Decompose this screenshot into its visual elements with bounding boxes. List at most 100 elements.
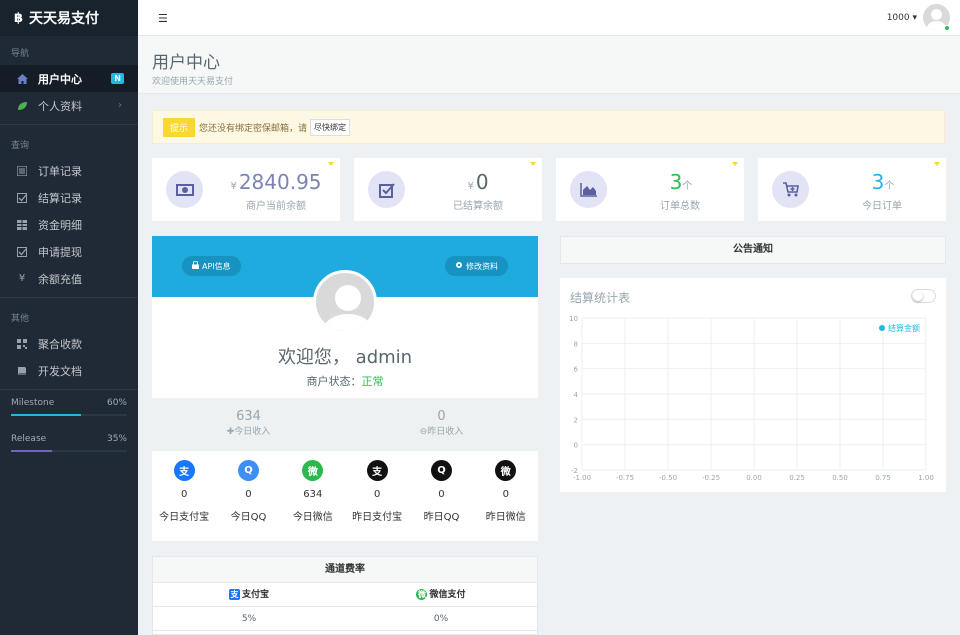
gear-icon [455,261,463,271]
income-row: 634 ✚今日收入 0 ⊖昨日收入 [152,398,538,451]
stat-balance: ¥2840.95 商户当前余额 [152,158,340,221]
x-tick-label: 0.25 [789,474,805,482]
channel-label: 昨日支付宝 [352,512,403,523]
welcome-text: 欢迎您， admin [277,347,413,368]
bitcoin-logo-icon: ฿ [14,10,24,26]
profile-avatar [313,270,377,334]
menu-toggle-icon[interactable]: ☰ [158,12,168,25]
stat-value: ¥2840.95 [230,170,322,194]
income-label: ⊖昨日收入 [419,427,464,437]
alipay-icon: 支 [366,460,388,481]
alipay-icon: 支 [228,589,240,600]
page-title: 用户中心 [152,53,220,73]
corner-marker [328,162,334,166]
rate-value-alipay: 5% [241,614,257,624]
sidebar-item-profile[interactable]: 个人资料 › [0,92,138,119]
email-binding-alert: 提示 您还没有绑定密保邮箱，请 尽快绑定 [152,110,945,144]
wechat-icon: 微 [302,460,324,481]
notice-header[interactable]: 公告通知 [560,236,946,264]
brand[interactable]: ฿ 天天易支付 [0,0,138,36]
channel-item: Q 0 昨日QQ [409,460,473,523]
area-chart-icon [570,171,607,208]
sidebar-item-withdraw[interactable]: 申请提现 [0,238,138,265]
user-dropdown[interactable]: 1000 ▾ [887,13,917,23]
query-section-label: 查询 [11,141,30,151]
progress-percent: 60% [106,398,127,408]
stat-value: ¥0 [467,170,489,194]
user-menu[interactable]: 1000 ▾ [887,4,950,31]
sidebar-item-docs[interactable]: 开发文档 [0,357,138,384]
sidebar-item-funds[interactable]: 资金明细 [0,211,138,238]
yesterday-income: 0 ⊖昨日收入 [345,398,538,451]
chart-toggle-switch[interactable] [911,289,936,303]
sidebar-item-label: 聚合收款 [38,337,82,351]
legend-label: 结算金额 [888,323,920,333]
stat-orders-today: 3个 今日订单 [758,158,946,221]
edit-profile-button[interactable]: 修改资料 [445,256,508,276]
sidebar-item-label: 余额充值 [38,272,82,286]
sidebar-item-label: 用户中心 [38,72,82,86]
new-badge: N [111,73,124,84]
channel-item: 支 0 今日支付宝 [152,460,216,523]
status-value: 正常 [361,375,384,388]
sidebar-item-user-center[interactable]: 用户中心 N [0,65,138,92]
channel-label: 今日支付宝 [159,512,210,523]
sidebar-item-recharge[interactable]: ¥ 余额充值 [0,265,138,292]
chevron-right-icon: › [118,100,122,111]
stat-settled: ¥0 已结算余额 [354,158,542,221]
channel-item: 支 0 昨日支付宝 [345,460,409,523]
page-subtitle: 欢迎使用天天易支付 [152,77,234,87]
channel-item: 微 634 今日微信 [281,460,345,523]
wechat-icon: 微 [416,589,428,600]
api-info-button[interactable]: API信息 [182,256,241,276]
check-icon [16,246,28,257]
nav-section-label: 导航 [11,49,30,59]
channel-value: 0 [373,489,381,500]
status-label: 商户状态： [306,375,362,388]
channel-value: 634 [303,489,323,500]
x-tick-label: 0.00 [746,474,762,482]
corner-marker [530,162,536,166]
divider [0,389,138,390]
profile-card: API信息 修改资料 欢迎您， admin 商户状态：正常 634 ✚今日收入 … [152,236,538,541]
book-icon [16,366,28,376]
y-tick-label: -2 [571,467,578,475]
sidebar: ฿ 天天易支付 导航 用户中心 N 个人资料 › 查询 订单记录 结算记录 资金… [0,0,138,635]
settlement-chart: -1.00 -0.75 -0.50 -0.25 0.00 0.25 0.50 0.75 1.00… [569,315,934,482]
list-icon [16,165,28,176]
channel-value: 0 [245,489,252,500]
milestone-progress: Milestone 60% [0,398,138,416]
leaf-icon [16,101,28,111]
other-section-label: 其他 [11,314,30,324]
progress-fill [11,450,52,452]
sidebar-item-aggregate[interactable]: 聚合收款 [0,330,138,357]
divider [0,297,138,298]
qrcode-icon [16,338,28,349]
y-tick-label: 2 [574,416,578,424]
y-tick-label: 4 [574,391,579,399]
sidebar-item-orders[interactable]: 订单记录 [0,157,138,184]
alert-text: 您还没有绑定密保邮箱，请 [199,123,308,134]
wechat-icon: 微 [495,460,517,481]
lock-icon [192,260,199,271]
progress-percent: 35% [106,434,127,444]
bind-email-button[interactable]: 尽快绑定 [310,118,351,136]
qq-icon: Q [237,460,259,481]
alipay-icon: 支 [173,460,195,481]
sidebar-item-settlements[interactable]: 结算记录 [0,184,138,211]
qq-icon: Q [430,460,452,481]
online-status-dot [944,25,950,31]
x-tick-label: 0.50 [832,474,848,482]
x-tick-label: -0.75 [616,474,634,482]
rate-title: 通道费率 [153,557,537,583]
y-tick-label: 10 [569,315,578,323]
stat-value: 3个 [871,170,895,194]
stat-label: 商户当前余额 [246,201,306,212]
stat-label: 订单总数 [660,201,700,212]
corner-marker [934,162,940,166]
sidebar-item-label: 申请提现 [38,245,82,259]
cart-icon [772,171,809,208]
legend-marker [879,325,885,331]
progress-track [11,414,127,416]
progress-label: Release [11,434,47,444]
